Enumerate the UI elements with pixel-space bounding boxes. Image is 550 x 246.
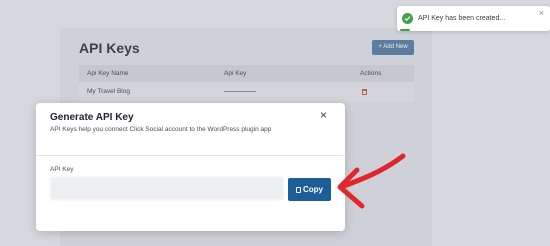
trash-icon[interactable]	[362, 89, 367, 95]
toast-message: API Key has been created...	[418, 15, 506, 22]
table-header: Api Key Name Api Key Actions	[79, 65, 414, 82]
column-header-actions: Actions	[360, 70, 382, 77]
page-title: API Keys	[79, 40, 140, 56]
toast-progress-bar	[400, 29, 410, 31]
row-key-name: My Travel Blog	[87, 88, 130, 95]
add-new-button[interactable]: + Add New	[372, 40, 414, 55]
modal-divider	[36, 155, 345, 156]
copy-icon	[296, 187, 301, 193]
toast-close-icon[interactable]: ×	[539, 9, 544, 18]
success-toast: API Key has been created... ×	[397, 6, 550, 31]
modal-title: Generate API Key	[50, 112, 134, 123]
copy-button[interactable]: Copy	[288, 178, 331, 201]
api-key-label: API Key	[50, 166, 74, 173]
modal-close-icon[interactable]: ×	[320, 109, 327, 121]
copy-button-label: Copy	[303, 185, 323, 194]
check-circle-icon	[402, 13, 413, 24]
api-key-field[interactable]	[50, 177, 284, 200]
row-key-masked	[224, 82, 256, 102]
generate-api-key-modal: Generate API Key API Keys help you conne…	[36, 103, 345, 231]
column-header-key: Api Key	[224, 70, 247, 77]
red-arrow-annotation	[337, 153, 406, 209]
api-keys-table: Api Key Name Api Key Actions My Travel B…	[79, 65, 414, 102]
column-header-name: Api Key Name	[87, 70, 129, 77]
table-row: My Travel Blog	[79, 82, 414, 102]
modal-description: API Keys help you connect Click Social a…	[50, 126, 272, 133]
